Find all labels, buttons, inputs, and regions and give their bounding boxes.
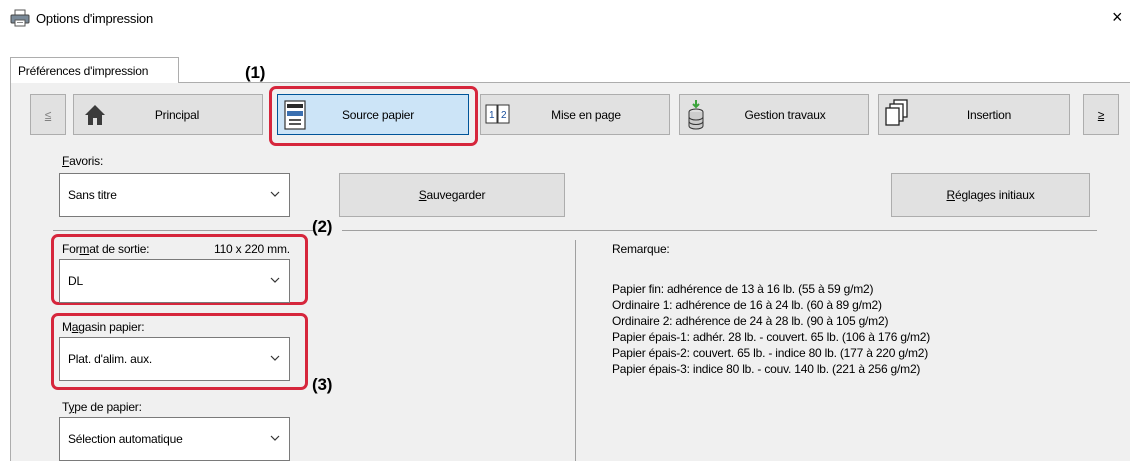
save-button[interactable]: Sauvegarder [339,173,565,217]
job-storage-icon [687,99,705,134]
chevron-down-icon [270,274,280,288]
tab-label: Préférences d'impression [18,64,149,78]
remark-line: Papier épais-2: couvert. 65 lb. - indice… [612,346,929,360]
paper-type-dropdown[interactable]: Sélection automatique [59,417,290,461]
output-size-value: DL [68,274,83,288]
divider-vertical [575,240,576,461]
window-title: Options d'impression [36,11,153,26]
chevron-down-icon [270,432,280,446]
paper-type-label: Type de papier: [62,400,142,414]
remark-line: Papier épais-1: adhér. 28 lb. - couvert.… [612,330,931,344]
reset-defaults-button[interactable]: Réglages initiaux [891,173,1090,217]
nav-next-button[interactable]: ≥ [1083,94,1119,135]
output-size-label: Format de sortie: [62,242,150,256]
chevron-down-icon [270,188,280,202]
close-button[interactable]: × [1112,8,1123,26]
pages-insert-icon [885,99,909,130]
printer-icon [10,9,30,30]
divider-right [342,230,1097,231]
nav-next-label: ≥ [1097,108,1105,122]
callout-label-3: (3) [312,375,333,394]
paper-tray-dropdown[interactable]: Plat. d'alim. aux. [59,337,290,381]
layout-icon: 1 2 [485,104,511,127]
output-size-dropdown[interactable]: DL [59,259,290,303]
callout-label-1: (1) [245,63,266,82]
favorites-dropdown[interactable]: Sans titre [59,173,290,217]
nav-label-principal: Principal [154,108,200,122]
output-size-dimensions: 110 x 220 mm. [214,242,290,256]
svg-text:1: 1 [489,110,495,121]
paper-tray-value: Plat. d'alim. aux. [68,352,153,366]
tab-print-preferences[interactable]: Préférences d'impression [10,57,179,83]
remark-title: Remarque: [612,242,670,256]
nav-prev-button[interactable]: ≤ [30,94,66,135]
reset-defaults-label: Réglages initiaux [946,188,1035,202]
remark-line: Ordinaire 2: adhérence de 24 à 28 lb. (9… [612,314,889,328]
callout-label-2: (2) [312,217,333,236]
nav-tab-principal[interactable]: Principal [73,94,263,135]
remark-line: Ordinaire 1: adhérence de 16 à 24 lb. (6… [612,298,882,312]
divider-left [53,230,315,231]
nav-prev-label: ≤ [44,108,52,122]
title-bar: Options d'impression × [0,0,1130,48]
nav-tab-gestion-travaux[interactable]: Gestion travaux [679,94,869,135]
svg-text:2: 2 [501,110,507,121]
paper-type-value: Sélection automatique [68,432,183,446]
nav-tab-insertion[interactable]: Insertion [878,94,1070,135]
remark-line: Papier épais-3: indice 80 lb. - couv. 14… [612,362,921,376]
nav-label-gestion-travaux: Gestion travaux [744,108,826,122]
nav-label-mise-en-page: Mise en page [551,108,621,122]
save-button-label: Sauvegarder [418,188,486,202]
nav-label-insertion: Insertion [966,108,1012,122]
favorites-label: Favoris: [62,154,104,168]
remark-line: Papier fin: adhérence de 13 à 16 lb. (55… [612,282,874,296]
favorites-value: Sans titre [68,188,117,202]
remark-notes: Papier fin: adhérence de 13 à 16 lb. (55… [612,281,1112,377]
paper-tray-label: Magasin papier: [62,320,145,334]
callout-box-1 [269,86,478,146]
nav-tab-mise-en-page[interactable]: 1 2 Mise en page [480,94,670,135]
chevron-down-icon [270,352,280,366]
